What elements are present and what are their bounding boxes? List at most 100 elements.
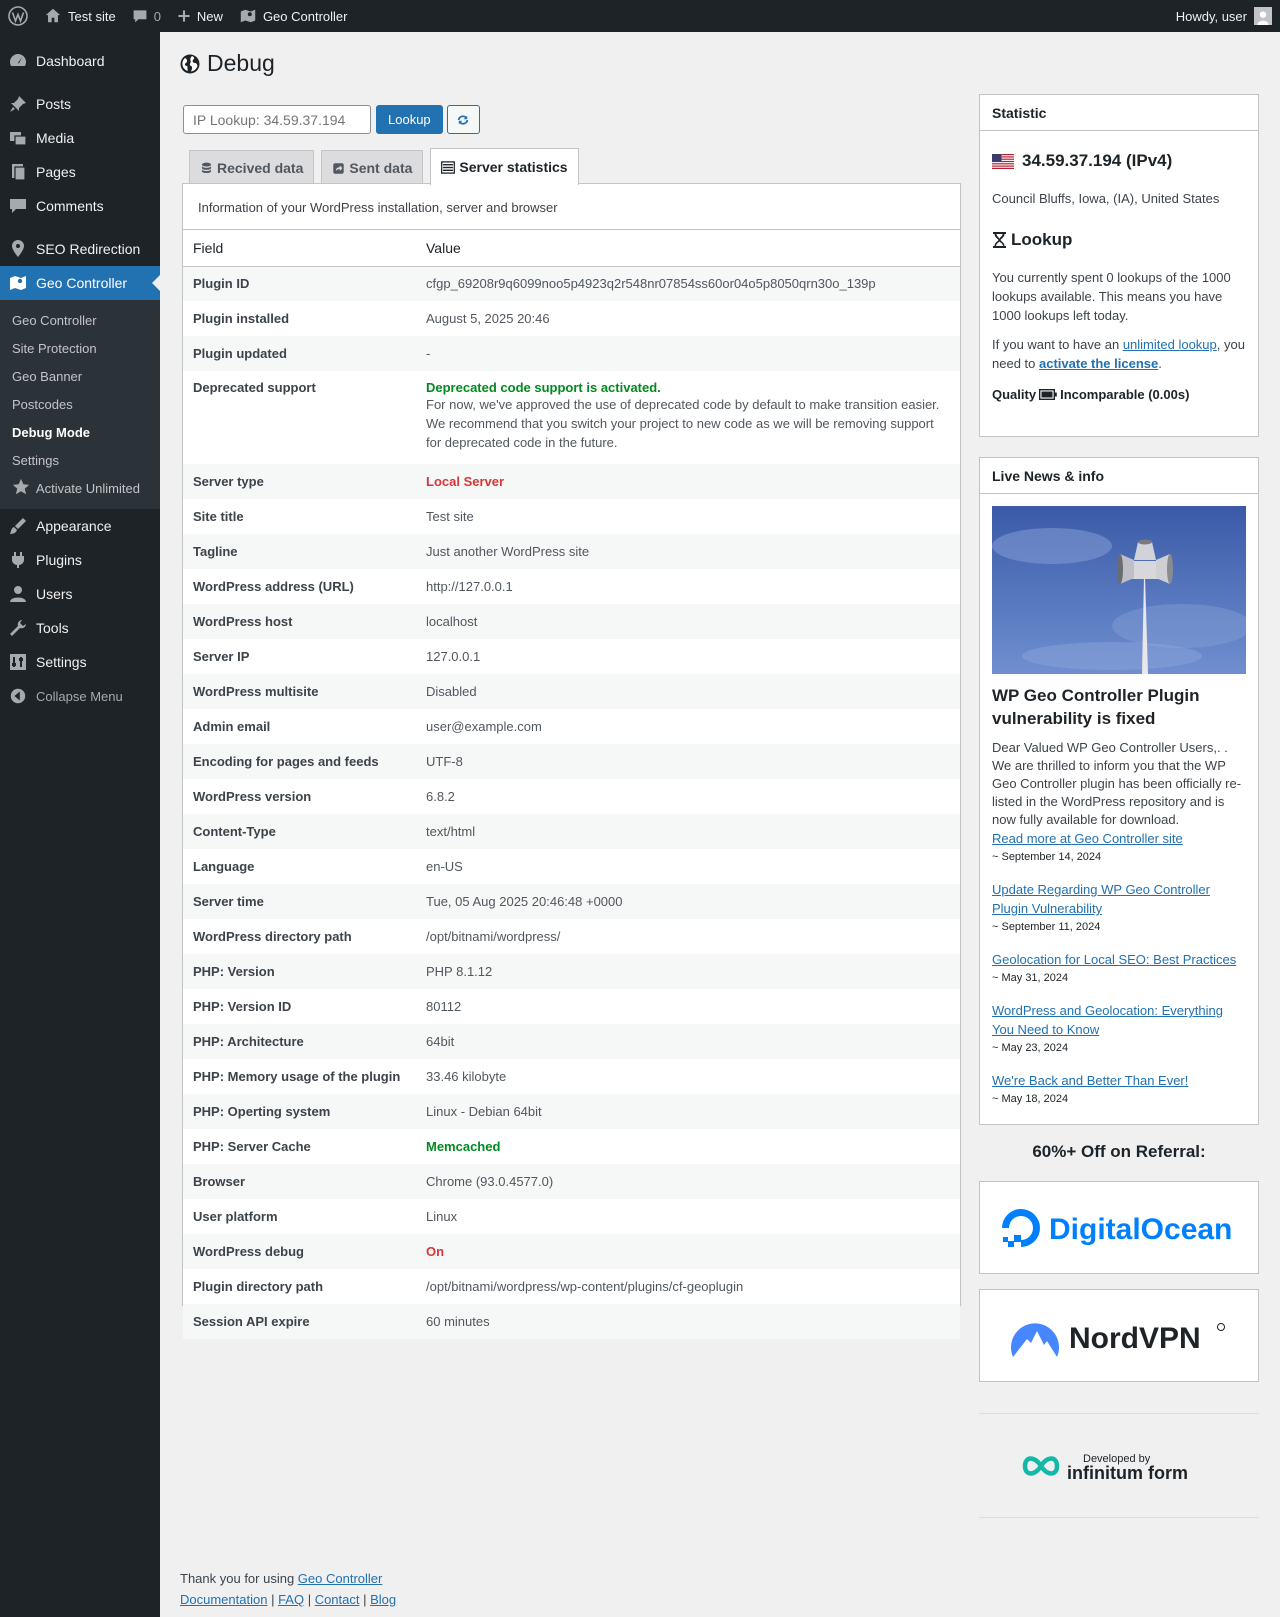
server-statistics-table: Field Value Plugin ID cfgp_69208r9q6099no… [183,230,960,1339]
table-row: Language en-US [193,859,463,874]
menu-plugins[interactable]: Plugins [0,543,160,577]
location-icon [8,239,28,259]
site-name-link[interactable]: Test site [36,0,124,32]
featured-news-body: Dear Valued WP Geo Controller Users,. . … [992,740,1242,827]
refresh-icon [457,114,469,125]
menu-media[interactable]: Media [0,121,160,155]
dashboard-icon [8,51,28,71]
menu-tools[interactable]: Tools [0,611,160,645]
submenu-geo-controller[interactable]: Geo Controller [0,307,160,335]
collapse-menu-button[interactable]: Collapse Menu [0,679,160,713]
my-account[interactable]: Howdy, user [1168,0,1280,32]
comment-icon [133,10,147,23]
submenu-postcodes[interactable]: Postcodes [0,391,160,419]
menu-geo-controller[interactable]: Geo Controller [0,266,160,300]
debug-tabs: Recived data Sent data Server statistics [189,148,586,185]
table-row: Browser Chrome (93.0.4577.0) [183,1164,960,1199]
database-icon [201,162,212,173]
wp-debug-badge: On [426,1244,445,1259]
submenu-geo-banner[interactable]: Geo Banner [0,363,160,391]
table-row: WordPress host localhost [183,604,960,639]
referral-title: 60%+ Off on Referral: [1032,1142,1206,1161]
pin-icon [8,94,28,114]
media-icon [8,128,28,148]
column-header-value: Value [416,230,960,267]
deprecated-note: For now, we've approved the use of depre… [426,397,940,450]
news-link[interactable]: Geolocation for Local SEO: Best Practice… [992,950,1246,969]
server-type-badge: Local Server [426,474,505,489]
wordpress-logo-icon[interactable] [0,0,36,32]
submenu-site-protection[interactable]: Site Protection [0,335,160,363]
table-row: PHP: Architecture 64bit [183,1024,960,1059]
settings-icon [8,652,28,672]
tab-sent-data[interactable]: Sent data [321,150,424,185]
refresh-button[interactable] [446,105,480,134]
footer-contact-link[interactable]: Contact [315,1592,360,1607]
table-row: Admin email user@example.com [193,719,542,734]
nordvpn-banner[interactable]: NordVPN [979,1289,1259,1382]
news-link[interactable]: Update Regarding WP Geo Controller Plugi… [992,880,1246,918]
table-row: WordPress directory path/opt/bitnami/wor… [193,929,561,944]
activate-license-link[interactable]: activate the license [1039,356,1158,371]
wrench-icon [8,618,28,638]
submenu-settings[interactable]: Settings [0,447,160,475]
news-box-title: Live News & info [980,458,1258,494]
ip-address: 34.59.37.194 (IPv4) [992,151,1246,171]
news-link[interactable]: We're Back and Better Than Ever! [992,1071,1246,1090]
lookup-button[interactable]: Lookup [376,105,443,134]
comment-icon [8,196,28,216]
table-row: Plugin installed August 5, 2025 20:46 [193,311,550,326]
tab-server-statistics[interactable]: Server statistics [430,148,579,185]
nordvpn-logo: NordVPN [1011,1322,1225,1357]
digitalocean-wordmark: DigitalOcean [1049,1213,1232,1246]
menu-users[interactable]: Users [0,577,160,611]
panel-intro: Information of your WordPress installati… [183,184,960,230]
admin-footer: Thank you for using Geo Controller Docum… [180,1571,397,1607]
table-row: User platform Linux [193,1209,458,1224]
featured-news-title: WP Geo Controller Plugin vulnerability i… [992,686,1200,728]
menu-appearance[interactable]: Appearance [0,509,160,543]
read-more-link[interactable]: Read more at Geo Controller site [992,829,1246,848]
comments-link[interactable]: 0 [124,0,169,32]
menu-dashboard[interactable]: Dashboard [0,44,160,78]
statistic-box: Statistic 34.59.37.194 (IPv4) Council Bl… [979,94,1259,437]
main-content: Debug Lookup Recived data Sent data Serv… [160,32,1280,1617]
menu-pages[interactable]: Pages [0,155,160,189]
new-content-link[interactable]: New [169,0,231,32]
developer-credit[interactable]: Developed by infinitum form [979,1413,1259,1518]
menu-seo-redirection[interactable]: SEO Redirection [0,232,160,266]
server-statistics-panel: Information of your WordPress installati… [182,183,961,1339]
avatar [1254,7,1272,25]
submenu-debug-mode[interactable]: Debug Mode [0,419,160,447]
tab-recived-data[interactable]: Recived data [189,150,315,185]
ip-lookup-input[interactable] [183,105,371,134]
geo-controller-submenu: Geo Controller Site Protection Geo Banne… [0,300,160,509]
menu-comments[interactable]: Comments [0,189,160,223]
news-date: ~ September 11, 2024 [992,921,1101,933]
deprecated-status: Deprecated code support is activated. [426,380,661,395]
footer-documentation-link[interactable]: Documentation [180,1592,267,1607]
digitalocean-banner[interactable]: DigitalOcean [979,1181,1259,1274]
server-cache-badge: Memcached [426,1139,501,1154]
menu-posts[interactable]: Posts [0,87,160,121]
news-link[interactable]: WordPress and Geolocation: Everything Yo… [992,1001,1246,1039]
footer-blog-link[interactable]: Blog [370,1592,396,1607]
footer-faq-link[interactable]: FAQ [278,1592,304,1607]
table-row: WordPress multisite Disabled [183,674,960,709]
table-row: WordPress version 6.8.2 [193,789,455,804]
table-row: Deprecated support Deprecated code suppo… [183,371,960,464]
table-row: Server time Tue, 05 Aug 2025 20:46:48 +00… [183,884,960,919]
hourglass-icon [993,232,1006,248]
geo-controller-bar-link[interactable]: Geo Controller [231,0,356,32]
footer-geo-controller-link[interactable]: Geo Controller [298,1571,383,1586]
lookup-usage-text: You currently spent 0 lookups of the 100… [992,270,1231,323]
submenu-activate-unlimited[interactable]: Activate Unlimited [0,475,160,503]
brush-icon [8,516,28,536]
unlimited-lookup-link[interactable]: unlimited lookup [1123,337,1217,352]
star-icon [12,478,30,506]
news-siren-image [992,506,1246,674]
server-list-icon [441,160,456,174]
plus-icon [178,10,190,22]
menu-settings[interactable]: Settings [0,645,160,679]
quality-line: Quality Incomparable (0.00s) [992,387,1190,402]
